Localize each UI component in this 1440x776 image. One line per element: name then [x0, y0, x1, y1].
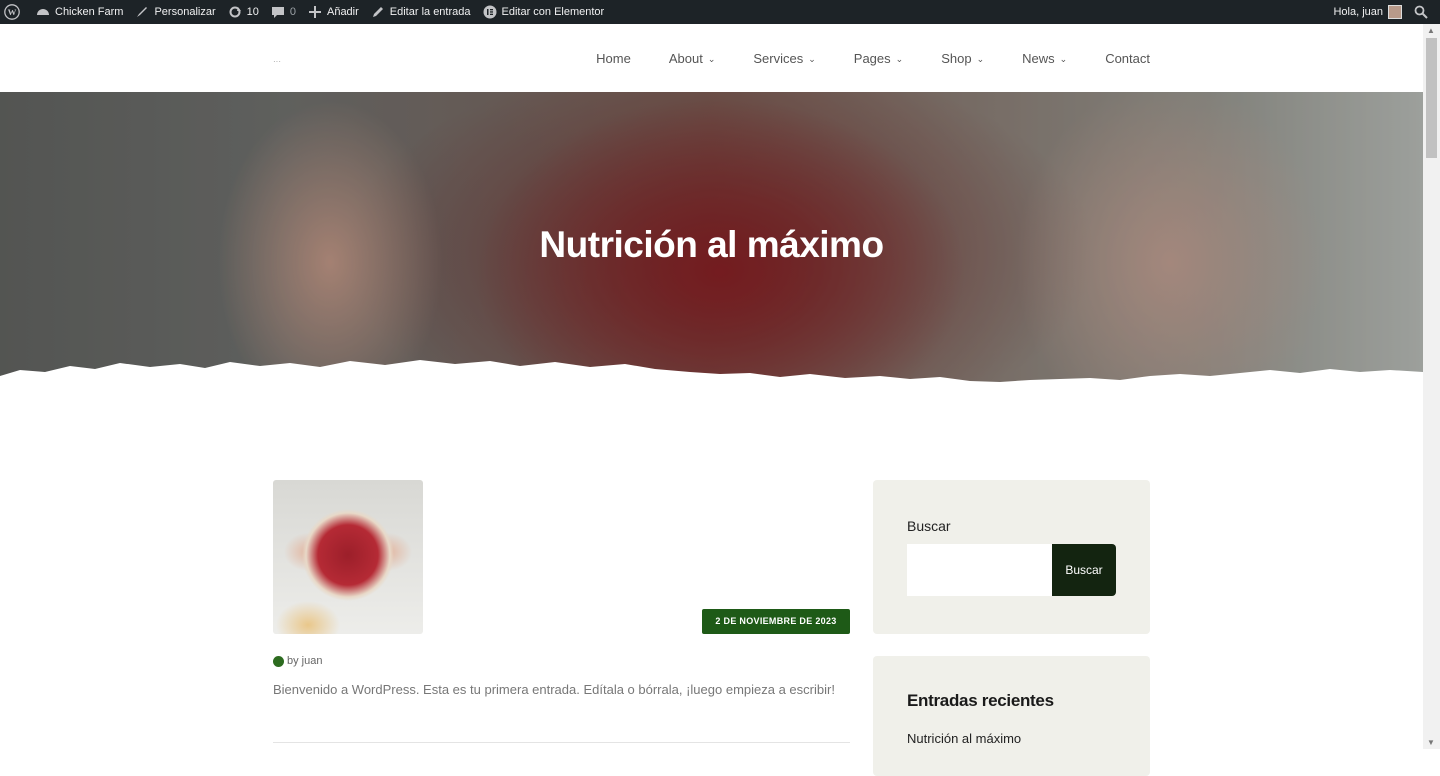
search-input[interactable] [907, 544, 1053, 596]
search-button[interactable]: Buscar [1052, 544, 1116, 596]
new-content-link[interactable]: Añadir [302, 0, 365, 24]
updates-link[interactable]: 10 [222, 0, 265, 24]
nav-item-label: About [668, 50, 703, 66]
nav-item-label: Services [753, 50, 804, 66]
site-name-link[interactable]: Chicken Farm [30, 0, 129, 24]
page-title: Nutrición al máximo [539, 224, 884, 265]
author-link[interactable]: by juan [287, 655, 322, 667]
scroll-down-icon[interactable]: ▼ [1427, 738, 1435, 747]
nav-item-pages[interactable]: Pages ⌄ [854, 51, 903, 66]
site-header: ··· Home About ⌄ Services ⌄ Pages ⌄ Shop ⌄ News ⌄ C… [0, 24, 1423, 92]
nav-item-label: Pages [853, 50, 891, 66]
plus-icon [308, 6, 321, 18]
site-name-label: Chicken Farm [55, 6, 124, 18]
recent-post-link[interactable]: Nutrición al máximo [907, 731, 1021, 746]
comment-icon [271, 7, 284, 18]
post-thumbnail[interactable] [273, 480, 423, 634]
elementor-icon [483, 5, 496, 19]
post-date-badge[interactable]: 2 DE NOVIEMBRE DE 2023 [702, 609, 850, 634]
search-label: Buscar [907, 518, 951, 534]
edit-post-link[interactable]: Editar la entrada [365, 0, 477, 24]
page-scrollbar[interactable]: ▲ ▼ [1423, 24, 1440, 749]
page-hero: Nutrición al máximo [0, 92, 1423, 402]
updates-icon [229, 6, 241, 18]
site-logo[interactable]: ··· [273, 57, 281, 66]
edit-elementor-link[interactable]: Editar con Elementor [477, 0, 611, 24]
wp-admin-bar: W Chicken Farm Personalizar 10 0 Añadir … [0, 0, 1440, 24]
nav-item-services[interactable]: Services ⌄ [753, 51, 815, 66]
my-account-link[interactable]: Hola, juan [1327, 0, 1408, 24]
customize-label: Personalizar [154, 6, 216, 18]
nav-item-contact[interactable]: Contact [1105, 51, 1150, 66]
torn-paper-divider [0, 360, 1423, 402]
edit-elementor-label: Editar con Elementor [501, 6, 605, 18]
scroll-thumb[interactable] [1426, 38, 1437, 158]
dashboard-icon [37, 9, 49, 15]
nav-item-news[interactable]: News ⌄ [1022, 51, 1067, 66]
wordpress-logo-icon[interactable]: W [0, 0, 30, 24]
search-widget: Buscar Buscar [873, 480, 1150, 634]
nav-item-home[interactable]: Home [596, 51, 631, 66]
updates-count: 10 [246, 6, 259, 18]
nav-item-label: News [1022, 50, 1055, 66]
nav-item-about[interactable]: About ⌄ [669, 51, 716, 66]
admin-search-button[interactable] [1408, 0, 1440, 24]
nav-item-label: Shop [941, 50, 972, 66]
greeting-label: Hola, juan [1333, 6, 1383, 18]
nav-item-shop[interactable]: Shop ⌄ [941, 51, 984, 66]
comments-link[interactable]: 0 [265, 0, 302, 24]
chevron-down-icon: ⌄ [707, 53, 716, 64]
chevron-down-icon: ⌄ [976, 53, 985, 64]
recent-posts-title: Entradas recientes [907, 691, 1054, 710]
post-author: by juan [273, 655, 322, 667]
scroll-up-icon[interactable]: ▲ [1427, 26, 1435, 35]
new-content-label: Añadir [326, 6, 359, 18]
customize-link[interactable]: Personalizar [129, 0, 221, 24]
chevron-down-icon: ⌄ [895, 53, 904, 64]
comments-count: 0 [289, 6, 296, 18]
main-navigation: Home About ⌄ Services ⌄ Pages ⌄ Shop ⌄ News ⌄ Conta… [558, 24, 1150, 92]
chevron-down-icon: ⌄ [1059, 53, 1068, 64]
svg-text:W: W [8, 7, 17, 17]
pencil-icon [372, 7, 383, 17]
search-icon [1414, 5, 1428, 19]
post-divider [273, 742, 850, 743]
recent-posts-widget: Entradas recientes Nutrición al máximo [873, 656, 1150, 776]
brush-icon [137, 7, 148, 17]
nav-item-label: Contact [1105, 50, 1150, 66]
avatar [1388, 5, 1402, 19]
user-icon [273, 655, 284, 667]
chevron-down-icon: ⌄ [808, 53, 816, 64]
nav-item-label: Home [596, 50, 631, 66]
post-excerpt: Bienvenido a WordPress. Esta es tu prime… [273, 682, 835, 697]
edit-post-label: Editar la entrada [389, 6, 471, 18]
